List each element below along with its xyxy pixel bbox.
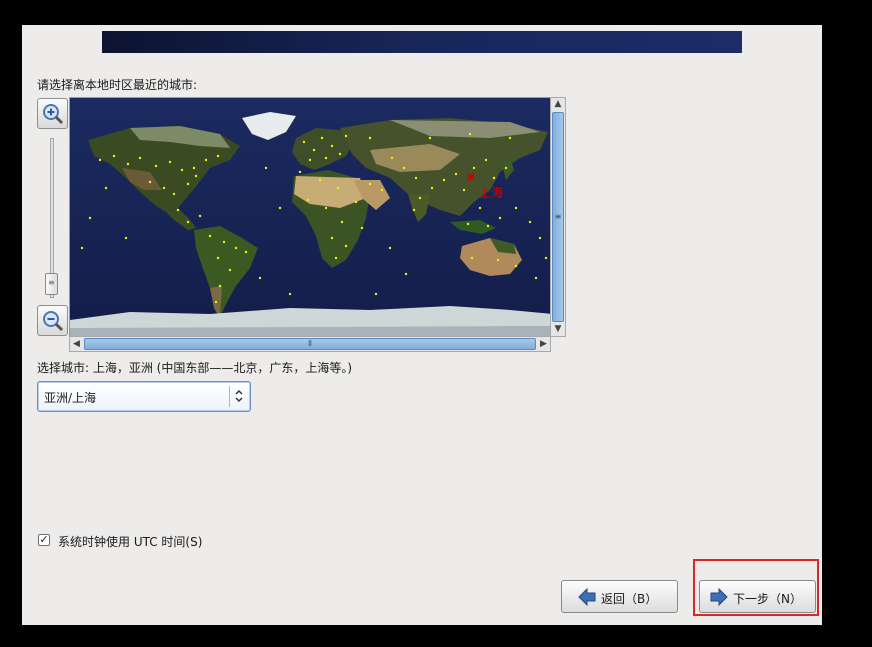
timezone-prompt: 请选择离本地时区最近的城市: (37, 78, 198, 92)
scroll-left-arrow-icon[interactable]: ◀ (70, 337, 83, 351)
map-vertical-scrollbar[interactable]: ▲ ≡ ▼ (550, 97, 566, 337)
magnifier-plus-icon (43, 104, 64, 125)
city-select-dropdown[interactable]: 亚洲/上海 (37, 381, 251, 412)
vertical-scroll-thumb[interactable]: ≡ (552, 112, 564, 322)
map-horizontal-scrollbar[interactable]: ◀ ⦀ ▶ (69, 336, 551, 352)
next-button-highlight (693, 559, 819, 616)
world-map[interactable]: 上海 (69, 97, 551, 337)
arrow-left-icon (578, 588, 596, 606)
utc-checkbox-label[interactable]: 系统时钟使用 UTC 时间(S) (58, 533, 202, 550)
map-city-label: 上海 (479, 186, 504, 200)
back-button-label: 返回（B） (601, 592, 658, 606)
scroll-up-arrow-icon[interactable]: ▲ (551, 98, 565, 111)
updown-chevron-icon (235, 389, 243, 403)
scroll-right-arrow-icon[interactable]: ▶ (537, 337, 550, 351)
back-button[interactable]: 返回（B） (561, 580, 678, 613)
zoom-out-button[interactable] (37, 305, 68, 336)
zoom-slider-handle[interactable]: ≡ (45, 273, 58, 295)
header-banner (102, 31, 742, 53)
dropdown-separator (229, 386, 230, 407)
scroll-down-arrow-icon[interactable]: ▼ (551, 323, 565, 336)
world-map-image (70, 98, 550, 336)
installer-window: 请选择离本地时区最近的城市: ≡ 上海 ▲ ≡ ▼ ◀ ⦀ ▶ 选择城市: 上海… (22, 25, 822, 625)
city-select-value: 亚洲/上海 (44, 391, 97, 405)
selected-city-text: 选择城市: 上海，亚洲 (中国东部——北京，广东，上海等。) (37, 361, 353, 375)
utc-checkbox[interactable]: ✓ (38, 534, 50, 546)
zoom-in-button[interactable] (37, 98, 68, 129)
magnifier-minus-icon (43, 311, 64, 332)
horizontal-scroll-thumb[interactable]: ⦀ (84, 338, 536, 350)
